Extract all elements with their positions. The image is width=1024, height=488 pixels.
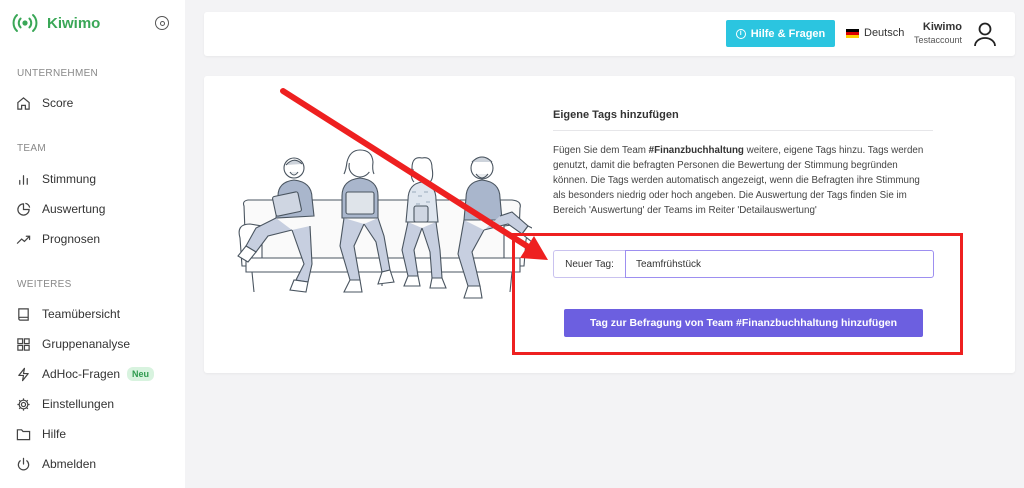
section-label-unternehmen: UNTERNEHMEN: [17, 68, 99, 79]
new-badge: Neu: [127, 367, 155, 381]
section-label-weiteres: WEITERES: [17, 279, 72, 290]
sidebar-item-label: Prognosen: [42, 232, 101, 246]
section-label-team: TEAM: [17, 143, 46, 154]
sidebar-item-label: Stimmung: [42, 172, 97, 186]
sidebar-item-label: Score: [42, 96, 74, 110]
language-selector[interactable]: Deutsch: [846, 27, 904, 39]
radio-icon: [159, 20, 165, 26]
sidebar-item-einstellungen[interactable]: Einstellungen: [16, 395, 114, 413]
user-info[interactable]: Kiwimo Testaccount: [908, 21, 962, 45]
trending-up-icon: [16, 235, 31, 244]
form-description: Fügen Sie dem Team #Finanzbuchhaltung we…: [553, 143, 935, 218]
sidebar-item-abmelden[interactable]: Abmelden: [16, 455, 96, 473]
bar-chart-icon: [19, 174, 28, 185]
info-icon: i: [735, 28, 746, 39]
language-label: Deutsch: [864, 27, 905, 39]
broadcast-icon: [12, 14, 38, 32]
team-couch-illustration: [237, 149, 532, 299]
gear-icon: [17, 397, 30, 411]
sidebar-item-teamuebersicht[interactable]: Teamübersicht: [16, 305, 120, 323]
help-button-label: Hilfe & Fragen: [750, 27, 826, 40]
sidebar-item-label: Abmelden: [42, 457, 97, 471]
book-icon: [18, 307, 29, 321]
user-icon: [973, 22, 996, 46]
grid-icon: [17, 337, 30, 351]
folder-icon: [16, 428, 31, 440]
sidebar-item-stimmung[interactable]: Stimmung: [16, 170, 96, 188]
sidebar: Kiwimo UNTERNEHMEN Score TEAM Stimmung A…: [0, 0, 185, 488]
desc-text-pre: Fügen Sie dem Team: [553, 145, 649, 156]
pie-chart-icon: [17, 202, 31, 216]
sidebar-item-auswertung[interactable]: Auswertung: [16, 200, 105, 218]
user-account-type: Testaccount: [913, 35, 962, 45]
sidebar-item-label: Einstellungen: [42, 397, 115, 411]
sidebar-item-adhoc-fragen[interactable]: AdHoc-Fragen Neu: [16, 365, 155, 383]
sidebar-collapse-button[interactable]: [155, 16, 169, 30]
sidebar-item-label: Auswertung: [42, 202, 106, 216]
avatar[interactable]: [969, 18, 1000, 49]
german-flag-icon: [846, 28, 859, 38]
top-bar: i Hilfe & Fragen Deutsch Kiwimo Testacco…: [204, 12, 1015, 56]
sidebar-item-hilfe[interactable]: Hilfe: [16, 425, 66, 443]
sidebar-item-prognosen[interactable]: Prognosen: [16, 230, 100, 248]
sidebar-item-gruppenanalyse[interactable]: Gruppenanalyse: [16, 335, 130, 353]
sidebar-item-label: AdHoc-Fragen: [42, 367, 121, 381]
sidebar-item-score[interactable]: Score: [16, 94, 73, 112]
user-name: Kiwimo: [922, 21, 962, 33]
power-icon: [17, 457, 30, 470]
divider: [553, 130, 933, 131]
team-name: #Finanzbuchhaltung: [648, 145, 744, 156]
sidebar-item-label: Hilfe: [42, 427, 67, 441]
help-button[interactable]: i Hilfe & Fragen: [726, 20, 835, 47]
brand-logo[interactable]: Kiwimo: [12, 12, 100, 34]
sidebar-item-label: Gruppenanalyse: [42, 337, 131, 351]
highlight-box: [512, 233, 963, 355]
form-title: Eigene Tags hinzufügen: [553, 109, 679, 121]
brand-name: Kiwimo: [47, 14, 101, 32]
home-icon: [17, 96, 30, 110]
lightning-icon: [18, 367, 29, 381]
sidebar-item-label: Teamübersicht: [42, 307, 121, 321]
